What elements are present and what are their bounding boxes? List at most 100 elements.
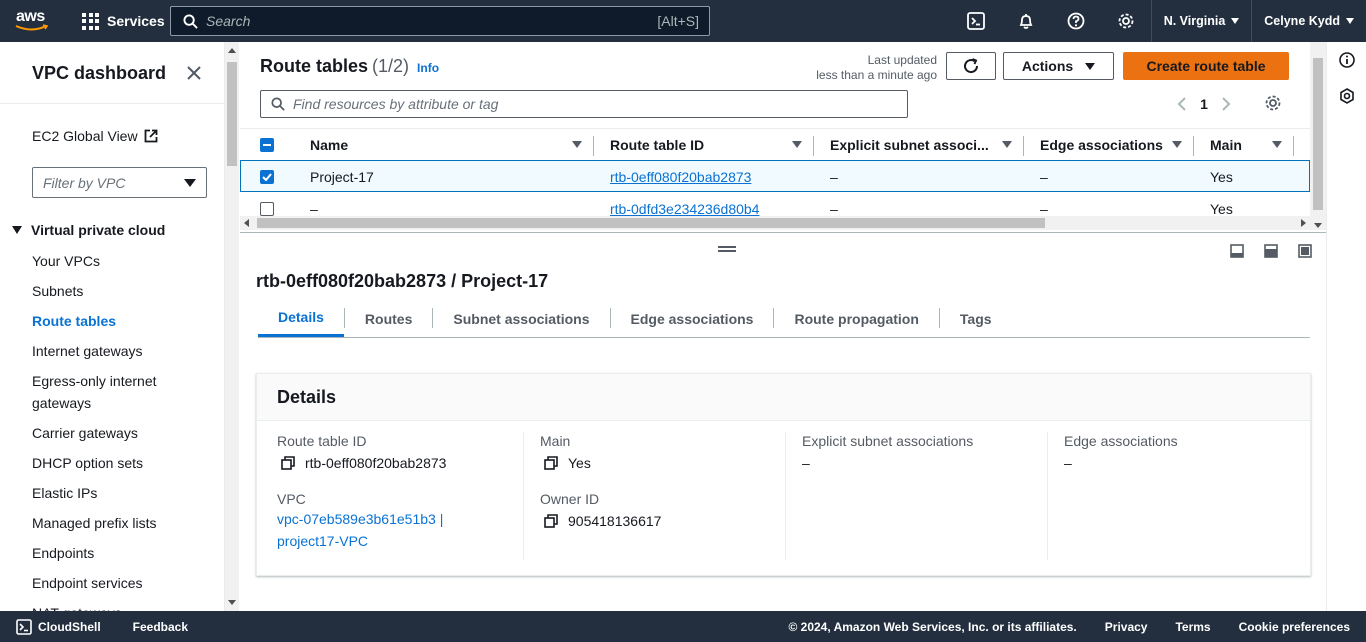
user-menu[interactable]: Celyne Kydd <box>1251 0 1366 42</box>
table-vertical-scrollbar[interactable] <box>1310 42 1326 230</box>
table-settings-gear-icon[interactable] <box>1264 94 1282 112</box>
detail-title: rtb-0eff080f20bab2873 / Project-17 <box>256 271 549 291</box>
grid-icon <box>82 12 99 30</box>
scroll-up-icon[interactable] <box>228 48 236 53</box>
select-all-checkbox[interactable] <box>260 138 274 152</box>
vpc-filter-select[interactable]: Filter by VPC <box>32 167 207 198</box>
details-card: Details Route table ID rtb-0eff080f20bab… <box>256 373 1311 576</box>
tab-route-propagation[interactable]: Route propagation <box>774 300 938 337</box>
column-header-edge-associations[interactable]: Edge associations <box>1040 129 1194 161</box>
sidebar-item-endpoints[interactable]: Endpoints <box>32 542 182 564</box>
tab-details[interactable]: Details <box>258 300 344 337</box>
row-checkbox[interactable] <box>260 202 274 216</box>
scroll-left-icon[interactable] <box>244 219 249 227</box>
vpc-link[interactable]: vpc-07eb589e3b61e51b3 | project17-VPC <box>277 508 523 552</box>
table-row[interactable]: Project-17 rtb-0eff080f20bab2873 – – Yes <box>240 160 1310 192</box>
sidebar-section-virtual-private-cloud[interactable]: Virtual private cloud <box>12 222 165 238</box>
edge-associations-value: – <box>1064 455 1072 471</box>
sidebar-item-endpoint-services[interactable]: Endpoint services <box>32 572 182 594</box>
route-table-id-link[interactable]: rtb-0dfd3e234236d80b4 <box>610 201 759 216</box>
region-selector[interactable]: N. Virginia <box>1150 0 1252 42</box>
scroll-right-icon[interactable] <box>1301 219 1306 227</box>
scroll-down-icon[interactable] <box>228 600 236 605</box>
gear-icon[interactable] <box>1101 0 1151 42</box>
details-column-4: Edge associations – <box>1047 432 1309 560</box>
sidebar-section-label: Virtual private cloud <box>31 222 166 238</box>
cloudshell-icon[interactable] <box>951 0 1001 42</box>
sidebar-item-carrier-gateways[interactable]: Carrier gateways <box>32 422 182 444</box>
bell-icon[interactable] <box>1001 0 1051 42</box>
row-checkbox[interactable] <box>260 170 274 184</box>
info-link[interactable]: Info <box>417 61 439 75</box>
scrollbar-thumb[interactable] <box>1313 58 1323 210</box>
create-route-table-button[interactable]: Create route table <box>1123 52 1289 80</box>
copy-icon[interactable] <box>281 456 295 470</box>
sort-icon <box>1002 141 1012 148</box>
sort-icon <box>792 141 802 148</box>
sidebar-item-your-vpcs[interactable]: Your VPCs <box>32 250 182 272</box>
page-number[interactable]: 1 <box>1194 96 1214 112</box>
copy-icon[interactable] <box>544 456 558 470</box>
sidebar-item-subnets[interactable]: Subnets <box>32 280 182 302</box>
column-header-explicit-subnet[interactable]: Explicit subnet associ... <box>830 129 1024 161</box>
tab-edge-associations[interactable]: Edge associations <box>611 300 774 337</box>
scrollbar-thumb[interactable] <box>257 218 1045 228</box>
global-search-input[interactable] <box>206 13 658 29</box>
tab-routes[interactable]: Routes <box>345 300 432 337</box>
column-header-label: Name <box>310 137 349 153</box>
route-table-id-value: rtb-0eff080f20bab2873 <box>281 452 523 474</box>
cloudshell-button[interactable]: CloudShell <box>16 618 101 635</box>
panel-bottom-icon[interactable] <box>1220 244 1254 260</box>
sidebar-item-ec2-global-view[interactable]: EC2 Global View <box>32 128 158 144</box>
table-row[interactable]: – rtb-0dfd3e234236d80b4 – – Yes <box>240 193 1310 216</box>
panel-full-icon[interactable] <box>1288 244 1322 260</box>
info-icon[interactable] <box>1339 52 1355 68</box>
feedback-link[interactable]: Feedback <box>133 620 188 634</box>
sidebar-item-egress-only-internet-gateways[interactable]: Egress-only internet gateways <box>32 370 182 414</box>
cookie-preferences-link[interactable]: Cookie preferences <box>1239 620 1350 634</box>
cell-route-table-id: rtb-0dfd3e234236d80b4 <box>610 193 759 216</box>
sidebar-item-dhcp-option-sets[interactable]: DHCP option sets <box>32 452 182 474</box>
panel-half-icon[interactable] <box>1254 244 1288 260</box>
column-header-route-table-id[interactable]: Route table ID <box>610 129 814 161</box>
next-page-icon[interactable] <box>1214 94 1238 114</box>
table-horizontal-scrollbar[interactable] <box>240 216 1310 230</box>
sidebar-item-elastic-ips[interactable]: Elastic IPs <box>32 482 182 504</box>
sidebar-item-managed-prefix-lists[interactable]: Managed prefix lists <box>32 512 182 534</box>
help-icon[interactable] <box>1051 0 1101 42</box>
actions-button[interactable]: Actions <box>1003 52 1114 80</box>
refresh-button[interactable] <box>946 52 996 80</box>
owner-id-value: 905418136617 <box>544 510 785 532</box>
terms-link[interactable]: Terms <box>1175 620 1210 634</box>
tab-tags[interactable]: Tags <box>940 300 1012 337</box>
resource-filter[interactable] <box>260 90 908 118</box>
scrollbar-thumb[interactable] <box>227 62 237 166</box>
table-header-row: Name Route table ID Explicit subnet asso… <box>240 128 1310 161</box>
scroll-down-icon[interactable] <box>1314 223 1322 228</box>
selection-count: (1/2) <box>372 56 410 76</box>
chevron-down-icon <box>1346 18 1354 24</box>
privacy-link[interactable]: Privacy <box>1105 620 1148 634</box>
close-icon[interactable] <box>186 65 202 81</box>
sidebar-item-route-tables[interactable]: Route tables <box>32 310 182 332</box>
split-panel-drag-handle[interactable] <box>718 246 736 252</box>
details-column-2: Main Yes Owner ID 905418136617 <box>523 432 785 560</box>
resource-filter-input[interactable] <box>293 96 873 112</box>
prev-page-icon[interactable] <box>1170 94 1194 114</box>
top-nav: aws Services [Alt+S] <box>0 0 1366 42</box>
sidebar-item-internet-gateways[interactable]: Internet gateways <box>32 340 182 362</box>
tab-subnet-associations[interactable]: Subnet associations <box>433 300 609 337</box>
route-table-id-text: rtb-0eff080f20bab2873 <box>305 455 447 471</box>
aws-logo[interactable]: aws <box>10 0 56 42</box>
hexagon-icon[interactable] <box>1339 88 1355 104</box>
route-table-id-link[interactable]: rtb-0eff080f20bab2873 <box>610 169 751 185</box>
global-search[interactable]: [Alt+S] <box>170 6 710 36</box>
column-header-name[interactable]: Name <box>310 129 594 161</box>
sidebar-title[interactable]: VPC dashboard <box>32 63 166 84</box>
copy-icon[interactable] <box>544 514 558 528</box>
column-header-main[interactable]: Main <box>1210 129 1294 161</box>
sidebar-scrollbar[interactable] <box>224 42 239 611</box>
services-menu[interactable]: Services <box>82 0 165 42</box>
column-header-label: Route table ID <box>610 137 705 153</box>
sidebar-item-nat-gateways[interactable]: NAT gateways <box>32 602 182 611</box>
